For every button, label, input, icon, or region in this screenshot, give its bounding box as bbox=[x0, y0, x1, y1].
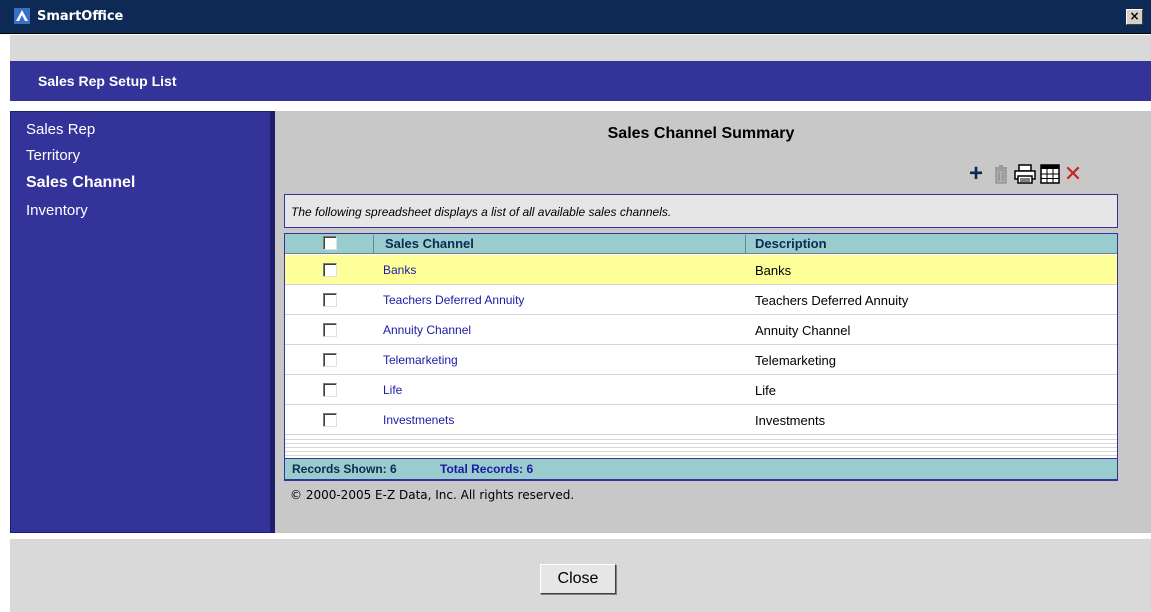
column-header-sales-channel[interactable]: Sales Channel bbox=[385, 236, 474, 251]
delete-icon[interactable]: ✕ bbox=[1062, 163, 1084, 185]
grid-header: Sales Channel Description bbox=[285, 234, 1117, 254]
empty-row-line bbox=[285, 455, 1117, 456]
page-header: Sales Rep Setup List bbox=[10, 61, 1151, 101]
window-title: SmartOffice bbox=[37, 9, 124, 24]
select-all-checkbox[interactable] bbox=[323, 236, 337, 250]
column-separator bbox=[373, 235, 374, 253]
sidebar-item-inventory[interactable]: Inventory bbox=[26, 202, 88, 219]
column-separator bbox=[745, 235, 746, 253]
grid-icon[interactable] bbox=[1039, 163, 1061, 185]
table-row[interactable]: Teachers Deferred Annuity Teachers Defer… bbox=[285, 285, 1117, 315]
sidebar-item-sales-rep[interactable]: Sales Rep bbox=[26, 121, 95, 138]
records-shown: Records Shown: 6 bbox=[292, 462, 397, 476]
row-description: Annuity Channel bbox=[755, 323, 851, 338]
table-row[interactable]: Telemarketing Telemarketing bbox=[285, 345, 1117, 375]
footer-divider bbox=[10, 533, 1151, 539]
row-checkbox[interactable] bbox=[323, 353, 337, 367]
add-icon[interactable]: + bbox=[965, 162, 987, 186]
sales-channel-link[interactable]: Investmenets bbox=[383, 413, 454, 427]
table-row[interactable]: Investmenets Investments bbox=[285, 405, 1117, 435]
total-records: Total Records: 6 bbox=[440, 462, 534, 476]
trash-icon[interactable] bbox=[990, 163, 1012, 185]
empty-row-line bbox=[285, 439, 1117, 440]
sidebar-item-sales-channel[interactable]: Sales Channel bbox=[26, 174, 135, 192]
row-description: Teachers Deferred Annuity bbox=[755, 293, 909, 308]
grid-footer: Records Shown: 6 Total Records: 6 bbox=[284, 458, 1118, 480]
row-description: Life bbox=[755, 383, 776, 398]
row-checkbox[interactable] bbox=[323, 323, 337, 337]
empty-row-line bbox=[285, 451, 1117, 452]
sidebar-item-territory[interactable]: Territory bbox=[26, 147, 80, 164]
sales-channel-link[interactable]: Teachers Deferred Annuity bbox=[383, 293, 524, 307]
print-icon[interactable] bbox=[1014, 163, 1036, 185]
table-row[interactable]: Life Life bbox=[285, 375, 1117, 405]
header-divider bbox=[10, 101, 1151, 111]
empty-row-line bbox=[285, 443, 1117, 444]
column-header-description[interactable]: Description bbox=[755, 236, 827, 251]
summary-title: Sales Channel Summary bbox=[607, 125, 795, 142]
close-button-wrap: Close bbox=[540, 564, 616, 594]
row-description: Investments bbox=[755, 413, 826, 428]
table-row[interactable]: Annuity Channel Annuity Channel bbox=[285, 315, 1117, 345]
empty-row-line bbox=[285, 447, 1117, 448]
row-checkbox[interactable] bbox=[323, 383, 337, 397]
copyright-text: © 2000-2005 E-Z Data, Inc. All rights re… bbox=[290, 488, 575, 502]
sales-channel-link[interactable]: Life bbox=[383, 383, 402, 397]
sales-channel-link[interactable]: Banks bbox=[383, 263, 416, 277]
window-close-button[interactable]: × bbox=[1126, 9, 1143, 25]
smartoffice-app-icon bbox=[14, 8, 30, 24]
sales-channel-link[interactable]: Telemarketing bbox=[383, 353, 458, 367]
info-text: The following spreadsheet displays a lis… bbox=[291, 205, 672, 219]
page-title: Sales Rep Setup List bbox=[38, 73, 177, 89]
sales-channel-grid: Sales Channel Description Banks Banks Te… bbox=[284, 233, 1118, 481]
close-button[interactable]: Close bbox=[540, 564, 616, 594]
row-checkbox[interactable] bbox=[323, 293, 337, 307]
row-description: Banks bbox=[755, 263, 792, 278]
table-row[interactable]: Banks Banks bbox=[285, 255, 1117, 285]
info-box: The following spreadsheet displays a lis… bbox=[284, 194, 1118, 228]
row-checkbox[interactable] bbox=[323, 263, 337, 277]
row-description: Telemarketing bbox=[755, 353, 836, 368]
row-checkbox[interactable] bbox=[323, 413, 337, 427]
window-titlebar: SmartOffice × bbox=[0, 0, 1151, 34]
sales-channel-link[interactable]: Annuity Channel bbox=[383, 323, 471, 337]
sidebar: Sales Rep Territory Sales Channel Invent… bbox=[10, 111, 271, 533]
